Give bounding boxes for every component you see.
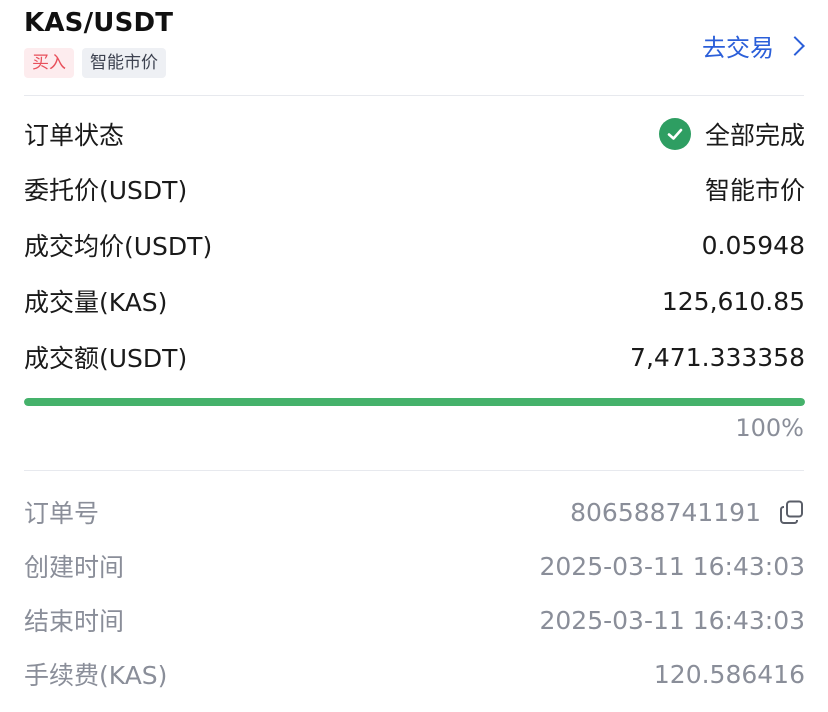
order-price-value: 智能市价: [704, 176, 805, 205]
order-status-value: 全部完成: [658, 116, 805, 152]
fee-row: 手续费(KAS) 120.586416: [24, 654, 805, 694]
header-divider: [24, 95, 804, 96]
order-price-row: 委托价(USDT) 智能市价: [24, 169, 805, 209]
order-number-label: 订单号: [24, 499, 100, 528]
filled-qty-row: 成交量(KAS) 125,610.85: [24, 281, 805, 321]
filled-qty-value: 125,610.85: [661, 286, 805, 316]
order-status-row: 订单状态 全部完成: [24, 114, 805, 154]
buy-side-badge: 买入: [24, 48, 74, 78]
fill-progress-percent: 100%: [735, 414, 804, 442]
order-status-label: 订单状态: [24, 121, 125, 150]
fee-value: 120.586416: [653, 659, 805, 689]
created-time-label: 创建时间: [24, 553, 125, 582]
order-price-label: 委托价(USDT): [24, 176, 188, 205]
filled-amount-label: 成交额(USDT): [24, 344, 188, 373]
go-trade-link[interactable]: 去交易: [702, 28, 805, 63]
end-time-value: 2025-03-11 16:43:03: [539, 605, 805, 635]
created-time-row: 创建时间 2025-03-11 16:43:03: [24, 546, 805, 586]
created-time-value: 2025-03-11 16:43:03: [539, 551, 805, 581]
details-divider: [24, 470, 804, 471]
fill-progress-bar: [24, 398, 805, 406]
avg-price-row: 成交均价(USDT) 0.05948: [24, 225, 805, 265]
order-number-row: 订单号 806588741191: [24, 492, 805, 532]
order-number-value-group: 806588741191: [570, 498, 805, 527]
order-tags: 买入 智能市价: [24, 48, 166, 78]
avg-price-value: 0.05948: [701, 230, 805, 260]
check-circle-icon: [658, 118, 691, 150]
copy-icon[interactable]: [779, 499, 805, 525]
order-header: KAS/USDT 买入 智能市价 去交易: [0, 0, 828, 96]
fee-label: 手续费(KAS): [24, 661, 168, 690]
order-status-text: 全部完成: [704, 121, 805, 150]
chevron-right-icon: [785, 35, 805, 56]
order-type-badge: 智能市价: [82, 48, 166, 78]
filled-amount-value: 7,471.333358: [630, 342, 805, 372]
order-number-value: 806588741191: [570, 497, 761, 527]
fill-progress-fill: [24, 398, 805, 406]
avg-price-label: 成交均价(USDT): [24, 232, 213, 261]
filled-amount-row: 成交额(USDT) 7,471.333358: [24, 337, 805, 377]
trading-pair-title: KAS/USDT: [24, 8, 174, 38]
filled-qty-label: 成交量(KAS): [24, 288, 168, 317]
end-time-row: 结束时间 2025-03-11 16:43:03: [24, 600, 805, 640]
go-trade-label: 去交易: [702, 34, 774, 62]
end-time-label: 结束时间: [24, 607, 125, 636]
